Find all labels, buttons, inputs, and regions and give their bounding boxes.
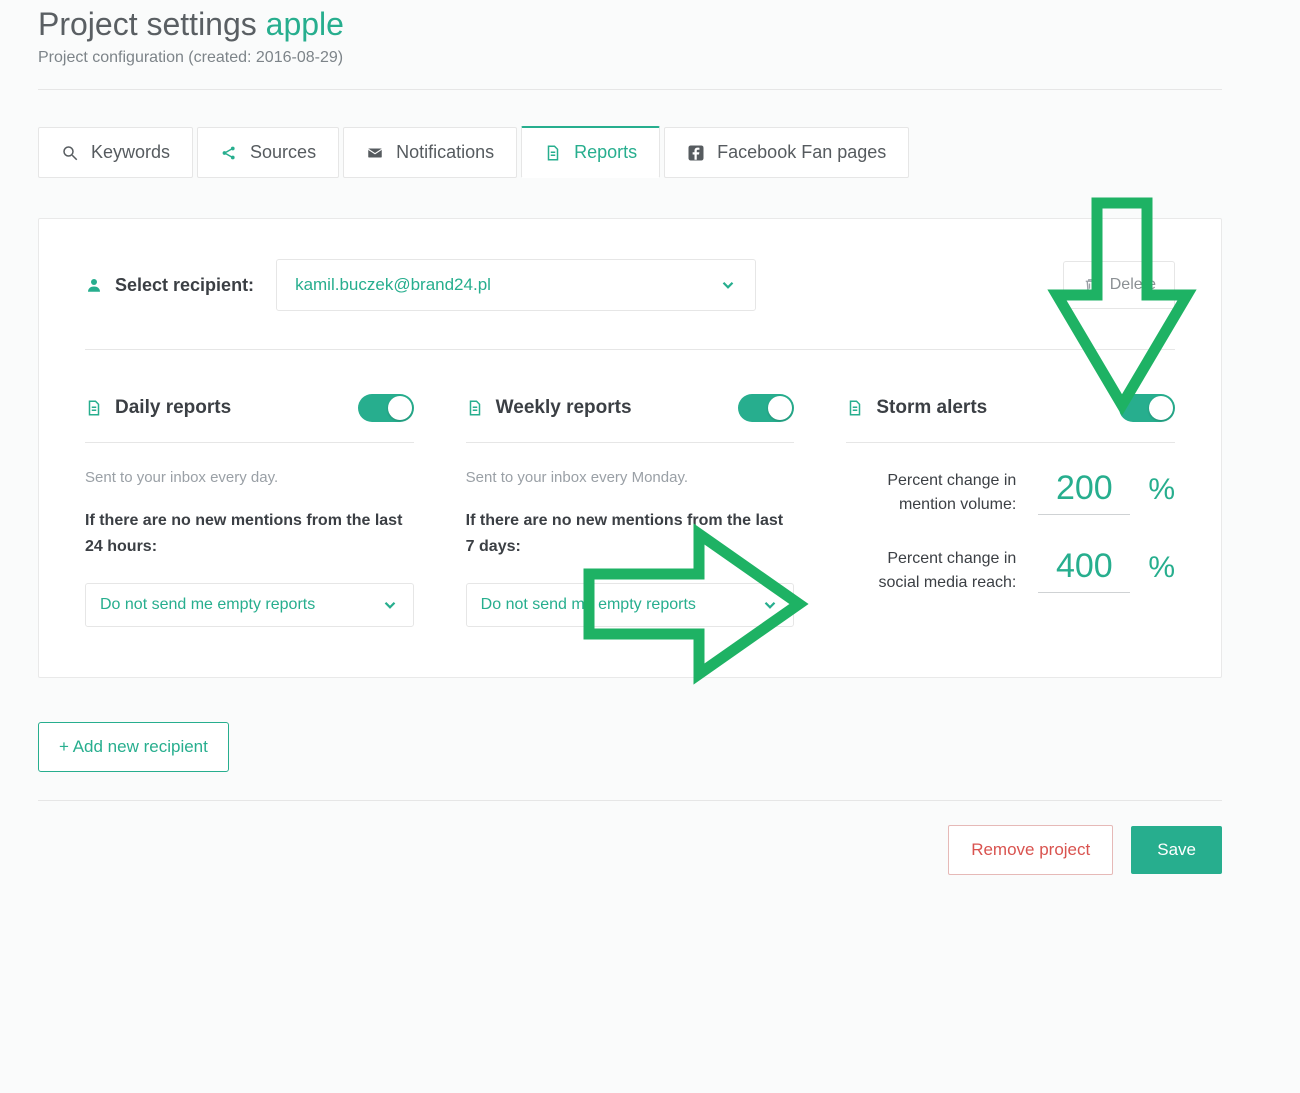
tab-facebook-fan-pages[interactable]: Facebook Fan pages: [664, 127, 909, 178]
tab-label: Sources: [250, 142, 316, 163]
recipient-label-text: Select recipient:: [115, 275, 254, 296]
file-icon: [85, 399, 103, 417]
trash-icon: [1082, 276, 1100, 294]
tab-reports[interactable]: Reports: [521, 126, 660, 178]
daily-title: Daily reports: [115, 397, 231, 419]
save-label: Save: [1157, 840, 1196, 859]
daily-empty-reports-select[interactable]: Do not send me empty reports: [85, 583, 414, 627]
recipient-panel: Select recipient: kamil.buczek@brand24.p…: [38, 218, 1222, 678]
remove-project-button[interactable]: Remove project: [948, 825, 1113, 875]
remove-project-label: Remove project: [971, 840, 1090, 859]
recipient-selected-value: kamil.buczek@brand24.pl: [295, 275, 491, 295]
tab-label: Notifications: [396, 142, 494, 163]
storm-alerts-toggle[interactable]: [1119, 394, 1175, 422]
project-name: apple: [266, 6, 344, 42]
storm-alerts-section: Storm alerts Percent change in mention v…: [846, 394, 1175, 627]
tab-label: Facebook Fan pages: [717, 142, 886, 163]
percent-sign: %: [1148, 551, 1175, 585]
facebook-icon: [687, 144, 705, 162]
file-icon: [544, 144, 562, 162]
save-button[interactable]: Save: [1131, 826, 1222, 874]
weekly-desc: Sent to your inbox every Monday.: [466, 469, 795, 486]
page-title-prefix: Project settings: [38, 6, 266, 42]
add-recipient-button[interactable]: + Add new recipient: [38, 722, 229, 772]
add-recipient-label: + Add new recipient: [59, 737, 208, 757]
recipient-label: Select recipient:: [85, 275, 254, 296]
weekly-reports-section: Weekly reports Sent to your inbox every …: [466, 394, 795, 627]
daily-subhead: If there are no new mentions from the la…: [85, 508, 414, 559]
divider: [38, 89, 1222, 90]
weekly-reports-toggle[interactable]: [738, 394, 794, 422]
storm-title: Storm alerts: [876, 397, 987, 419]
search-icon: [61, 144, 79, 162]
mail-icon: [366, 144, 384, 162]
chevron-down-icon: [761, 596, 779, 614]
storm-reach-input[interactable]: [1038, 547, 1130, 593]
daily-reports-section: Daily reports Sent to your inbox every d…: [85, 394, 414, 627]
storm-mention-label: Percent change in mention volume:: [846, 469, 1016, 517]
recipient-select[interactable]: kamil.buczek@brand24.pl: [276, 259, 756, 311]
weekly-empty-option: Do not send me empty reports: [481, 596, 696, 614]
chevron-down-icon: [381, 596, 399, 614]
weekly-subhead: If there are no new mentions from the la…: [466, 508, 795, 559]
daily-reports-toggle[interactable]: [358, 394, 414, 422]
tab-notifications[interactable]: Notifications: [343, 127, 517, 178]
percent-sign: %: [1148, 473, 1175, 507]
tab-keywords[interactable]: Keywords: [38, 127, 193, 178]
divider: [85, 349, 1175, 350]
chevron-down-icon: [719, 276, 737, 294]
delete-recipient-button[interactable]: Delete: [1063, 261, 1175, 309]
daily-empty-option: Do not send me empty reports: [100, 596, 315, 614]
tab-label: Reports: [574, 142, 637, 163]
tab-sources[interactable]: Sources: [197, 127, 339, 178]
daily-desc: Sent to your inbox every day.: [85, 469, 414, 486]
user-icon: [85, 276, 103, 294]
weekly-title: Weekly reports: [496, 397, 632, 419]
file-icon: [846, 399, 864, 417]
storm-mention-input[interactable]: [1038, 469, 1130, 515]
page-subtitle: Project configuration (created: 2016-08-…: [38, 49, 1222, 67]
tab-label: Keywords: [91, 142, 170, 163]
page-title: Project settings apple: [38, 6, 1222, 43]
weekly-empty-reports-select[interactable]: Do not send me empty reports: [466, 583, 795, 627]
storm-reach-label: Percent change in social media reach:: [846, 547, 1016, 595]
tab-bar: Keywords Sources Notifications Reports F…: [38, 126, 1222, 178]
file-icon: [466, 399, 484, 417]
delete-label: Delete: [1110, 276, 1156, 294]
footer-actions: Remove project Save: [38, 800, 1222, 875]
share-icon: [220, 144, 238, 162]
